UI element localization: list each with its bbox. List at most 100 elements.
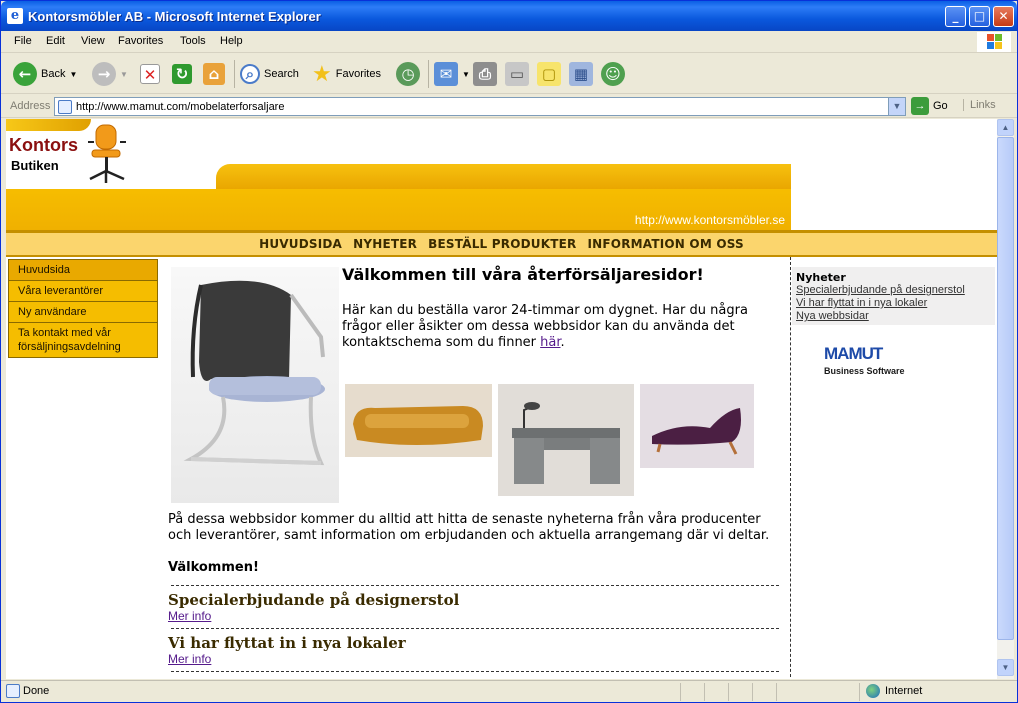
note-icon: ▢ — [537, 62, 561, 86]
page-status-icon — [6, 684, 20, 698]
nav-bestall-produkter[interactable]: BESTÄLL PRODUKTER — [428, 237, 576, 251]
ie-icon: e — [7, 8, 23, 24]
nav-huvudsida[interactable]: HUVUDSIDA — [259, 237, 342, 251]
header-band-lower: http://www.kontorsmöbler.se — [6, 189, 791, 231]
edit-page-icon: ▭ — [505, 62, 529, 86]
news-box: Nyheter Specialerbjudande på designersto… — [792, 267, 995, 325]
news-item-title: Vi har flyttat in i nya lokaler — [168, 634, 406, 652]
mail-button[interactable]: ✉ ▼ — [434, 60, 470, 88]
top-nav: HUVUDSIDA NYHETER BESTÄLL PRODUKTER INFO… — [6, 230, 997, 257]
divider — [171, 671, 779, 672]
menu-bar: File Edit View Favorites Tools Help — [1, 31, 1017, 53]
mamut-logo[interactable]: MAMUT Business Software — [824, 344, 914, 384]
nav-information[interactable]: INFORMATION OM OSS — [588, 237, 744, 251]
history-button[interactable]: ◷ — [396, 60, 420, 88]
nav-nyheter[interactable]: NYHETER — [353, 237, 417, 251]
intro-text: Här kan du beställa varor 24-timmar om d… — [342, 303, 748, 350]
logo-text-kontors: Kontors — [9, 135, 78, 155]
news-link[interactable]: Nya webbsidar — [796, 310, 991, 323]
site-logo[interactable]: Kontors Butiken — [6, 119, 131, 187]
sofa-image — [345, 384, 492, 457]
scroll-thumb[interactable] — [997, 137, 1014, 640]
news-item: Specialerbjudande på designerstol Mer in… — [168, 591, 459, 623]
stop-icon: ✕ — [140, 64, 160, 84]
address-label: Address — [10, 100, 51, 112]
body-text: På dessa webbsidor kommer du alltid att … — [168, 512, 770, 543]
zone-label: Internet — [885, 685, 923, 697]
menu-edit[interactable]: Edit — [46, 35, 65, 47]
menu-favorites[interactable]: Favorites — [118, 35, 163, 47]
toolbar: ← Back ▼ → ▼ ✕ ↻ ⌂ ⌕ Search ★ Favorites ◷ … — [1, 54, 1017, 94]
browser-window: e Kontorsmöbler AB - Microsoft Internet … — [0, 0, 1018, 703]
page-viewport: Kontors Butiken http://www.kontorsmöbler… — [6, 119, 997, 679]
desk-image — [498, 384, 634, 496]
refresh-button[interactable]: ↻ — [172, 60, 192, 88]
news-item: Vi har flyttat in i nya lokaler Mer info — [168, 634, 406, 666]
favorites-button[interactable]: ★ Favorites — [312, 60, 381, 88]
edit-button[interactable]: ▭ — [505, 60, 529, 88]
status-text: Done — [23, 685, 50, 697]
side-nav: Huvudsida Våra leverantörer Ny användare… — [8, 259, 158, 358]
forward-button[interactable]: → ▼ — [92, 60, 128, 88]
scroll-up-button[interactable]: ▲ — [997, 119, 1014, 136]
news-link[interactable]: Specialerbjudande på designerstol — [796, 284, 991, 297]
page-icon — [58, 100, 72, 114]
sidenav-kontakt[interactable]: Ta kontakt med vår försäljningsavdelning — [8, 323, 158, 358]
contact-link[interactable]: här — [540, 335, 560, 350]
logo-text-butiken: Butiken — [11, 158, 59, 173]
divider — [171, 628, 779, 629]
close-button[interactable]: ✕ — [993, 6, 1014, 27]
more-info-link[interactable]: Mer info — [168, 652, 211, 666]
research-icon: ▦ — [569, 62, 593, 86]
address-input[interactable]: http://www.mamut.com/mobelaterforsaljare… — [54, 97, 906, 116]
news-link[interactable]: Vi har flyttat in i nya lokaler — [796, 297, 991, 310]
printer-icon: ⎙ — [473, 62, 497, 86]
links-button[interactable]: Links — [963, 99, 996, 111]
back-arrow-icon: ← — [13, 62, 37, 86]
address-dropdown[interactable]: ▼ — [888, 98, 905, 115]
messenger-button[interactable]: ☺ — [601, 60, 625, 88]
home-button[interactable]: ⌂ — [203, 60, 225, 88]
menu-file[interactable]: File — [14, 35, 32, 47]
back-button[interactable]: ← Back ▼ — [13, 60, 77, 88]
divider — [171, 585, 779, 586]
globe-icon — [866, 684, 880, 698]
minimize-button[interactable]: _ — [945, 6, 966, 27]
sidenav-huvudsida[interactable]: Huvudsida — [8, 259, 158, 281]
menu-help[interactable]: Help — [220, 35, 243, 47]
header-band — [216, 164, 791, 190]
star-icon: ★ — [312, 61, 332, 86]
office-chair-icon — [88, 124, 126, 183]
sidenav-ny-anvandare[interactable]: Ny användare — [8, 302, 158, 323]
vertical-scrollbar[interactable]: ▲ ▼ — [997, 119, 1014, 679]
menu-tools[interactable]: Tools — [180, 35, 206, 47]
address-bar: Address http://www.mamut.com/mobelaterfo… — [1, 95, 1017, 118]
news-heading: Nyheter — [796, 271, 846, 284]
home-icon: ⌂ — [203, 63, 225, 85]
designer-chair-image — [171, 267, 339, 503]
go-arrow-icon: → — [911, 97, 929, 115]
chaise-lounge-image — [640, 384, 754, 468]
window-title: Kontorsmöbler AB - Microsoft Internet Ex… — [28, 9, 321, 24]
messenger-icon: ☺ — [601, 62, 625, 86]
sidenav-leverantorer[interactable]: Våra leverantörer — [8, 281, 158, 302]
search-button[interactable]: ⌕ Search — [240, 60, 299, 88]
menu-view[interactable]: View — [81, 35, 105, 47]
mamut-name: MAMUT — [824, 344, 883, 363]
scroll-down-button[interactable]: ▼ — [997, 659, 1014, 676]
refresh-icon: ↻ — [172, 64, 192, 84]
stop-button[interactable]: ✕ — [140, 60, 160, 88]
mail-icon: ✉ — [434, 62, 458, 86]
windows-logo-icon — [977, 32, 1011, 52]
welcome-text: Välkommen! — [168, 560, 259, 575]
mamut-subtitle: Business Software — [824, 366, 905, 376]
security-zone: Internet — [866, 684, 922, 698]
discuss-button[interactable]: ▢ — [537, 60, 561, 88]
go-button[interactable]: → Go — [911, 97, 948, 115]
maximize-button[interactable]: □ — [969, 6, 990, 27]
forward-arrow-icon: → — [92, 62, 116, 86]
research-button[interactable]: ▦ — [569, 60, 593, 88]
more-info-link[interactable]: Mer info — [168, 609, 211, 623]
title-bar: e Kontorsmöbler AB - Microsoft Internet … — [1, 1, 1017, 31]
print-button[interactable]: ⎙ — [473, 60, 497, 88]
